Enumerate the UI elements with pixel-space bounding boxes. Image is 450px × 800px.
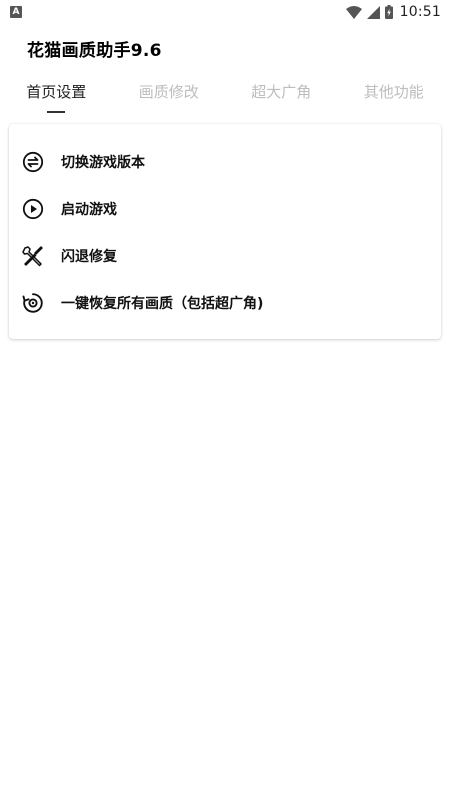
tab-label: 其他功能 bbox=[363, 83, 424, 101]
app-title: 花猫画质助手9.6 bbox=[27, 41, 162, 61]
tab-bar: 首页设置 画质修改 超大广角 其他功能 bbox=[0, 78, 450, 118]
status-bar: A 10:51 bbox=[0, 0, 450, 24]
menu-item-label: 切换游戏版本 bbox=[61, 154, 145, 171]
switch-game-version-item[interactable]: 切换游戏版本 bbox=[9, 138, 441, 185]
tab-label: 画质修改 bbox=[138, 83, 199, 101]
tab-quality-modify[interactable]: 画质修改 bbox=[113, 78, 226, 118]
tab-label: 首页设置 bbox=[26, 83, 87, 101]
menu-item-label: 一键恢复所有画质（包括超广角) bbox=[61, 295, 264, 312]
notification-icon: A bbox=[10, 6, 22, 18]
menu-item-label: 启动游戏 bbox=[61, 201, 117, 218]
swap-icon bbox=[21, 150, 45, 174]
battery-icon bbox=[384, 5, 393, 19]
menu-card: 切换游戏版本 启动游戏 闪退修复 一键恢复所有画质（包括超广角) bbox=[9, 124, 441, 339]
clock: 10:51 bbox=[399, 4, 441, 20]
restore-all-quality-item[interactable]: 一键恢复所有画质（包括超广角) bbox=[9, 279, 441, 326]
tab-wide-angle[interactable]: 超大广角 bbox=[225, 78, 338, 118]
play-icon bbox=[21, 197, 45, 221]
crash-fix-item[interactable]: 闪退修复 bbox=[9, 232, 441, 279]
launch-game-item[interactable]: 启动游戏 bbox=[9, 185, 441, 232]
signal-icon bbox=[366, 5, 380, 19]
tab-label: 超大广角 bbox=[251, 83, 312, 101]
tab-home-settings[interactable]: 首页设置 bbox=[0, 78, 113, 118]
wifi-icon bbox=[345, 5, 362, 19]
menu-item-label: 闪退修复 bbox=[61, 248, 117, 265]
restore-icon bbox=[21, 291, 45, 315]
tab-other-features[interactable]: 其他功能 bbox=[338, 78, 450, 118]
tools-icon bbox=[21, 244, 45, 268]
tab-indicator bbox=[47, 111, 66, 113]
